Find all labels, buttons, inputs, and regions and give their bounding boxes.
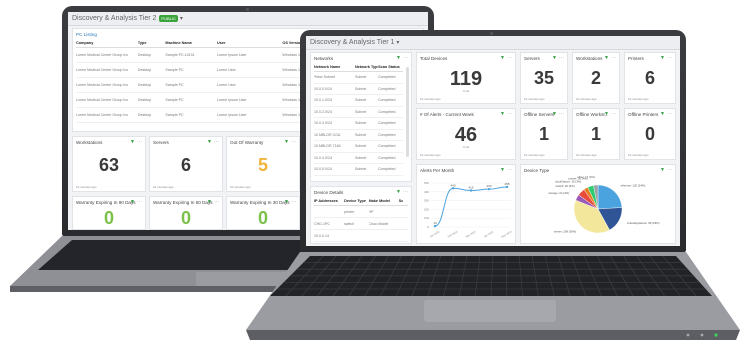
status-light xyxy=(700,333,704,337)
status-light xyxy=(686,333,690,337)
right-trackpad[interactable] xyxy=(424,300,556,322)
right-laptop-base xyxy=(246,252,740,340)
power-light xyxy=(714,333,718,337)
